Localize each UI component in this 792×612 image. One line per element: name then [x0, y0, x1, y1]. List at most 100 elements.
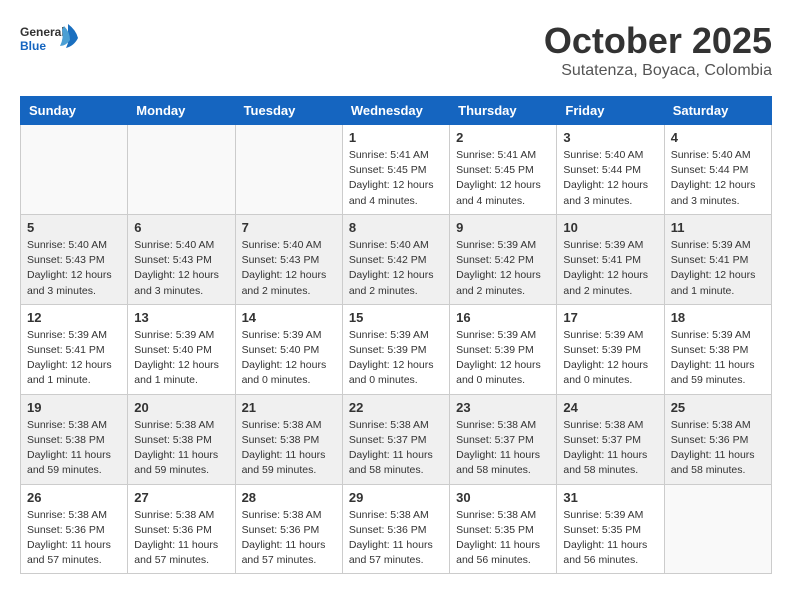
day-info: Sunrise: 5:38 AMSunset: 5:36 PMDaylight:… [27, 508, 121, 569]
day-info: Sunrise: 5:39 AMSunset: 5:39 PMDaylight:… [456, 328, 550, 389]
calendar-cell: 25 Sunrise: 5:38 AMSunset: 5:36 PMDayligh… [664, 394, 771, 484]
calendar-cell: 18 Sunrise: 5:39 AMSunset: 5:38 PMDayligh… [664, 304, 771, 394]
calendar-cell [664, 484, 771, 574]
day-info: Sunrise: 5:40 AMSunset: 5:42 PMDaylight:… [349, 238, 443, 299]
calendar-cell: 14 Sunrise: 5:39 AMSunset: 5:40 PMDayligh… [235, 304, 342, 394]
day-info: Sunrise: 5:39 AMSunset: 5:39 PMDaylight:… [563, 328, 657, 389]
calendar-cell: 22Sunrise: 5:38 AMSunset: 5:37 PMDayligh… [342, 394, 449, 484]
day-info: Sunrise: 5:40 AMSunset: 5:43 PMDaylight:… [134, 238, 228, 299]
day-number: 21 [242, 400, 336, 415]
day-info: Sunrise: 5:39 AMSunset: 5:42 PMDaylight:… [456, 238, 550, 299]
calendar-cell: 7 Sunrise: 5:40 AMSunset: 5:43 PMDaylight… [235, 214, 342, 304]
day-info: Sunrise: 5:39 AMSunset: 5:38 PMDaylight:… [671, 328, 765, 389]
calendar-cell: 4 Sunrise: 5:40 AMSunset: 5:44 PMDaylight… [664, 125, 771, 215]
calendar-cell [21, 125, 128, 215]
day-info: Sunrise: 5:38 AMSunset: 5:38 PMDaylight:… [27, 418, 121, 479]
day-number: 13 [134, 310, 228, 325]
calendar-cell: 10 Sunrise: 5:39 AMSunset: 5:41 PMDayligh… [557, 214, 664, 304]
day-number: 18 [671, 310, 765, 325]
day-info: Sunrise: 5:38 AMSunset: 5:36 PMDaylight:… [242, 508, 336, 569]
calendar-cell [235, 125, 342, 215]
day-number: 25 [671, 400, 765, 415]
day-info: Sunrise: 5:38 AMSunset: 5:36 PMDaylight:… [671, 418, 765, 479]
day-info: Sunrise: 5:39 AMSunset: 5:40 PMDaylight:… [134, 328, 228, 389]
day-info: Sunrise: 5:40 AMSunset: 5:44 PMDaylight:… [563, 148, 657, 209]
day-header-tuesday: Tuesday [235, 97, 342, 125]
day-info: Sunrise: 5:38 AMSunset: 5:36 PMDaylight:… [349, 508, 443, 569]
day-info: Sunrise: 5:39 AMSunset: 5:40 PMDaylight:… [242, 328, 336, 389]
day-info: Sunrise: 5:41 AMSunset: 5:45 PMDaylight:… [349, 148, 443, 209]
calendar-cell: 2 Sunrise: 5:41 AMSunset: 5:45 PMDaylight… [450, 125, 557, 215]
day-number: 15 [349, 310, 443, 325]
calendar-cell: 27 Sunrise: 5:38 AMSunset: 5:36 PMDayligh… [128, 484, 235, 574]
page-header: General Blue October 2025 Sutatenza, Boy… [20, 20, 772, 80]
calendar-cell: 21 Sunrise: 5:38 AMSunset: 5:38 PMDayligh… [235, 394, 342, 484]
day-number: 20 [134, 400, 228, 415]
day-info: Sunrise: 5:40 AMSunset: 5:43 PMDaylight:… [27, 238, 121, 299]
day-header-monday: Monday [128, 97, 235, 125]
month-title: October 2025 [544, 20, 772, 62]
day-number: 17 [563, 310, 657, 325]
location-title: Sutatenza, Boyaca, Colombia [544, 62, 772, 80]
day-number: 29 [349, 490, 443, 505]
calendar-cell: 16Sunrise: 5:39 AMSunset: 5:39 PMDayligh… [450, 304, 557, 394]
day-number: 2 [456, 130, 550, 145]
day-number: 7 [242, 220, 336, 235]
calendar-cell: 15 Sunrise: 5:39 AMSunset: 5:39 PMDayligh… [342, 304, 449, 394]
day-info: Sunrise: 5:38 AMSunset: 5:38 PMDaylight:… [242, 418, 336, 479]
calendar-cell: 12Sunrise: 5:39 AMSunset: 5:41 PMDayligh… [21, 304, 128, 394]
day-header-thursday: Thursday [450, 97, 557, 125]
day-header-friday: Friday [557, 97, 664, 125]
calendar-cell: 9 Sunrise: 5:39 AMSunset: 5:42 PMDaylight… [450, 214, 557, 304]
calendar-cell: 23Sunrise: 5:38 AMSunset: 5:37 PMDayligh… [450, 394, 557, 484]
day-number: 14 [242, 310, 336, 325]
day-info: Sunrise: 5:39 AMSunset: 5:41 PMDaylight:… [27, 328, 121, 389]
calendar-cell: 26 Sunrise: 5:38 AMSunset: 5:36 PMDayligh… [21, 484, 128, 574]
logo: General Blue [20, 20, 80, 62]
day-info: Sunrise: 5:39 AMSunset: 5:41 PMDaylight:… [563, 238, 657, 299]
day-info: Sunrise: 5:38 AMSunset: 5:37 PMDaylight:… [349, 418, 443, 479]
day-info: Sunrise: 5:38 AMSunset: 5:37 PMDaylight:… [456, 418, 550, 479]
title-area: October 2025 Sutatenza, Boyaca, Colombia [544, 20, 772, 80]
calendar-cell: 17 Sunrise: 5:39 AMSunset: 5:39 PMDayligh… [557, 304, 664, 394]
calendar-cell: 11 Sunrise: 5:39 AMSunset: 5:41 PMDayligh… [664, 214, 771, 304]
day-number: 10 [563, 220, 657, 235]
calendar-cell [128, 125, 235, 215]
calendar-cell: 31Sunrise: 5:39 AMSunset: 5:35 PMDayligh… [557, 484, 664, 574]
day-number: 30 [456, 490, 550, 505]
day-number: 11 [671, 220, 765, 235]
calendar-table: SundayMondayTuesdayWednesdayThursdayFrid… [20, 96, 772, 574]
day-number: 19 [27, 400, 121, 415]
logo-icon: General Blue [20, 20, 80, 62]
day-info: Sunrise: 5:38 AMSunset: 5:36 PMDaylight:… [134, 508, 228, 569]
calendar-cell: 1Sunrise: 5:41 AMSunset: 5:45 PMDaylight… [342, 125, 449, 215]
day-number: 27 [134, 490, 228, 505]
svg-text:Blue: Blue [20, 39, 46, 53]
day-number: 26 [27, 490, 121, 505]
day-number: 28 [242, 490, 336, 505]
day-info: Sunrise: 5:41 AMSunset: 5:45 PMDaylight:… [456, 148, 550, 209]
calendar-cell: 29 Sunrise: 5:38 AMSunset: 5:36 PMDayligh… [342, 484, 449, 574]
day-info: Sunrise: 5:40 AMSunset: 5:44 PMDaylight:… [671, 148, 765, 209]
calendar-cell: 24 Sunrise: 5:38 AMSunset: 5:37 PMDayligh… [557, 394, 664, 484]
day-number: 3 [563, 130, 657, 145]
day-info: Sunrise: 5:39 AMSunset: 5:35 PMDaylight:… [563, 508, 657, 569]
calendar-cell: 28 Sunrise: 5:38 AMSunset: 5:36 PMDayligh… [235, 484, 342, 574]
day-info: Sunrise: 5:38 AMSunset: 5:37 PMDaylight:… [563, 418, 657, 479]
day-info: Sunrise: 5:39 AMSunset: 5:39 PMDaylight:… [349, 328, 443, 389]
day-info: Sunrise: 5:38 AMSunset: 5:35 PMDaylight:… [456, 508, 550, 569]
calendar-cell: 8Sunrise: 5:40 AMSunset: 5:42 PMDaylight… [342, 214, 449, 304]
day-header-saturday: Saturday [664, 97, 771, 125]
calendar-cell: 13 Sunrise: 5:39 AMSunset: 5:40 PMDayligh… [128, 304, 235, 394]
day-info: Sunrise: 5:38 AMSunset: 5:38 PMDaylight:… [134, 418, 228, 479]
day-number: 4 [671, 130, 765, 145]
day-header-wednesday: Wednesday [342, 97, 449, 125]
day-number: 6 [134, 220, 228, 235]
calendar-cell: 6 Sunrise: 5:40 AMSunset: 5:43 PMDaylight… [128, 214, 235, 304]
day-number: 9 [456, 220, 550, 235]
day-number: 24 [563, 400, 657, 415]
day-header-sunday: Sunday [21, 97, 128, 125]
day-info: Sunrise: 5:40 AMSunset: 5:43 PMDaylight:… [242, 238, 336, 299]
day-info: Sunrise: 5:39 AMSunset: 5:41 PMDaylight:… [671, 238, 765, 299]
calendar-cell: 3 Sunrise: 5:40 AMSunset: 5:44 PMDaylight… [557, 125, 664, 215]
